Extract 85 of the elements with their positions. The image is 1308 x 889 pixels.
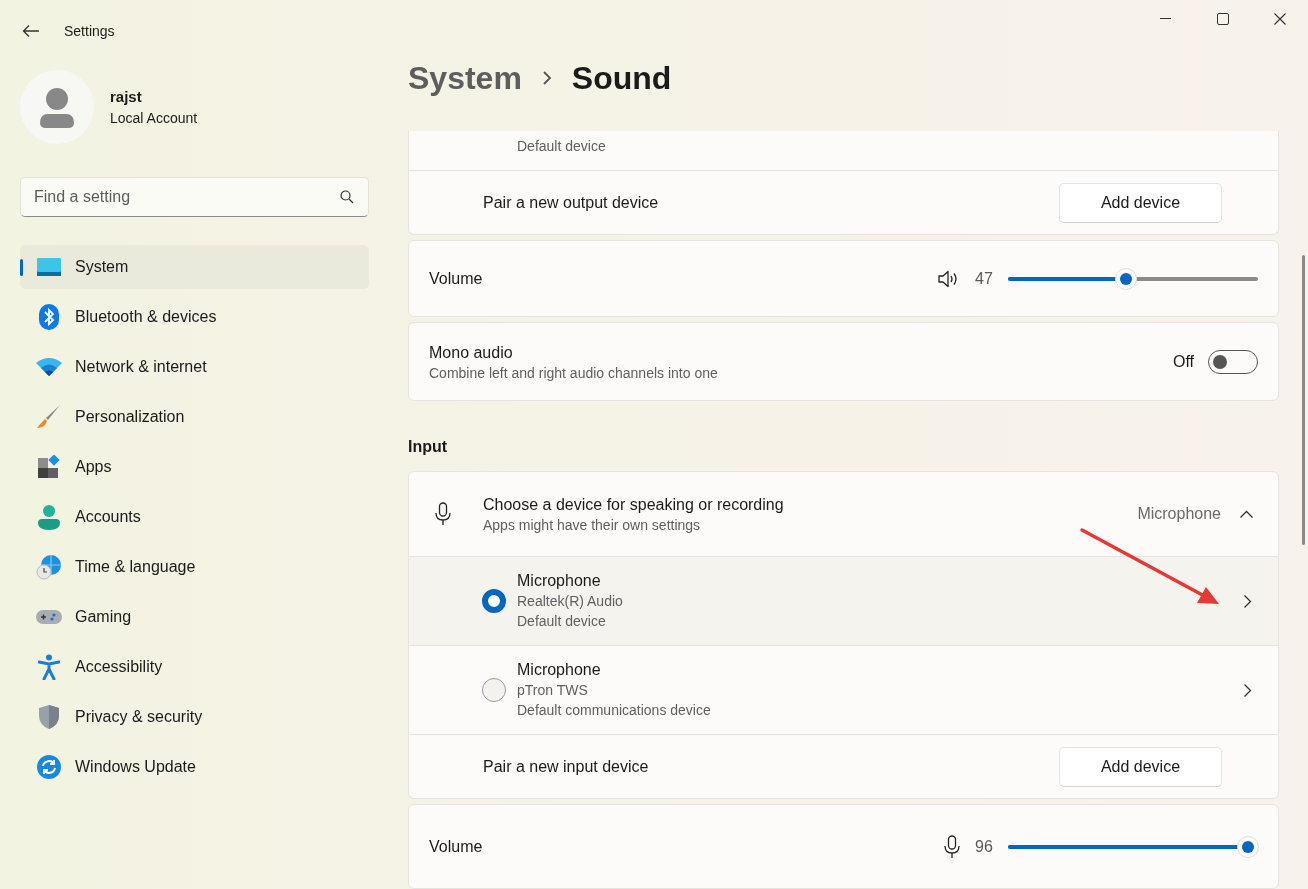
setting-title: Mono audio	[429, 342, 514, 363]
apps-icon	[37, 455, 61, 479]
gamepad-icon	[36, 608, 62, 626]
device-name: Microphone	[517, 660, 602, 680]
sidebar-label: System	[75, 257, 129, 277]
volume-label: Volume	[429, 268, 483, 289]
chooser-subtitle: Apps might have their own settings	[483, 516, 702, 534]
sidebar-label: Bluetooth & devices	[75, 307, 217, 327]
chevron-right-icon	[1243, 593, 1252, 609]
account-name: rajst	[110, 87, 143, 107]
search-field[interactable]: Find a setting	[20, 177, 369, 217]
radio-button[interactable]	[482, 589, 506, 613]
chevron-up-icon	[1239, 509, 1254, 519]
radio-button[interactable]	[482, 678, 506, 702]
person-icon	[38, 504, 60, 530]
breadcrumb-chevron-icon	[541, 69, 552, 86]
device-status: Default device	[517, 612, 607, 631]
account-type: Local Account	[110, 109, 198, 128]
sidebar-label: Privacy & security	[75, 707, 203, 727]
chooser-title: Choose a device for speaking or recording	[483, 495, 785, 515]
scrollbar-thumb[interactable]	[1302, 255, 1305, 545]
search-icon	[340, 190, 354, 204]
sidebar-item[interactable]: System	[20, 245, 369, 289]
bluetooth-icon	[39, 304, 59, 330]
sidebar-label: Personalization	[75, 407, 185, 427]
sidebar-label: Gaming	[75, 607, 132, 627]
section-heading: Input	[408, 437, 448, 457]
window-title: Settings	[64, 21, 115, 41]
speaker-icon	[938, 269, 960, 288]
sidebar-item[interactable]: Time & language	[20, 545, 369, 589]
selection-indicator	[20, 259, 23, 276]
pair-device-label: Pair a new input device	[483, 756, 649, 777]
device-detail: Realtek(R) Audio	[517, 592, 624, 611]
volume-label: Volume	[429, 836, 483, 857]
sidebar-label: Time & language	[75, 557, 196, 577]
avatar-icon	[20, 70, 94, 144]
back-arrow-icon	[22, 24, 40, 38]
volume-slider[interactable]	[1008, 267, 1258, 290]
sidebar-item[interactable]: Privacy & security	[20, 695, 369, 739]
paintbrush-icon	[36, 404, 62, 430]
chooser-value: Microphone	[1137, 504, 1221, 524]
minimize-icon	[1160, 18, 1171, 20]
add-device-button[interactable]: Add device	[1059, 746, 1222, 787]
volume-reading: 96	[974, 836, 994, 857]
wifi-icon	[36, 358, 62, 376]
device-row[interactable]: Microphone pTron TWS Default communications device	[409, 645, 1278, 734]
add-device-button[interactable]: Add device	[1059, 182, 1222, 223]
device-detail: pTron TWS	[517, 681, 589, 700]
sidebar-item[interactable]: Accessibility	[20, 645, 369, 689]
sidebar-item[interactable]: Windows Update	[20, 745, 369, 789]
shield-icon	[38, 704, 60, 730]
monitor-icon	[37, 258, 61, 276]
device-status: Default device	[517, 137, 606, 156]
slider-thumb[interactable]	[1237, 835, 1259, 858]
slider-thumb[interactable]	[1114, 267, 1137, 290]
device-row[interactable]: Microphone Realtek(R) Audio Default device	[409, 556, 1278, 645]
maximize-icon	[1216, 13, 1229, 25]
breadcrumb-item[interactable]: System	[408, 53, 522, 102]
volume-reading: 47	[974, 268, 994, 289]
sidebar-label: Apps	[75, 457, 112, 477]
pair-device-label: Pair a new output device	[483, 192, 659, 213]
sidebar-item[interactable]: Personalization	[20, 395, 369, 439]
toggle-state-label: Off	[1172, 351, 1194, 372]
sync-icon	[36, 754, 62, 780]
breadcrumb-item: Sound	[571, 58, 672, 98]
chevron-right-icon	[1243, 682, 1252, 698]
device-name: Microphone	[517, 571, 602, 591]
accessibility-icon	[38, 654, 60, 680]
sidebar-label: Network & internet	[75, 357, 207, 377]
globe-clock-icon	[36, 554, 62, 580]
microphone-icon	[435, 502, 451, 526]
device-chooser[interactable]: Choose a device for speaking or recording Apps might have their own settings Microphone	[409, 472, 1278, 556]
sidebar-item[interactable]: Network & internet	[20, 345, 369, 389]
microphone-icon	[944, 834, 960, 859]
sidebar-item[interactable]: Bluetooth & devices	[20, 295, 369, 339]
sidebar-item[interactable]: Apps	[20, 445, 369, 489]
volume-slider[interactable]	[1008, 835, 1258, 858]
close-icon	[1273, 13, 1286, 25]
sidebar-item[interactable]: Accounts	[20, 495, 369, 539]
sidebar-item[interactable]: Gaming	[20, 595, 369, 639]
device-status: Default communications device	[517, 701, 712, 720]
sidebar-label: Accounts	[75, 507, 141, 527]
sidebar-label: Windows Update	[75, 757, 196, 777]
setting-description: Combine left and right audio channels into one	[429, 363, 718, 382]
sidebar-label: Accessibility	[75, 657, 163, 677]
